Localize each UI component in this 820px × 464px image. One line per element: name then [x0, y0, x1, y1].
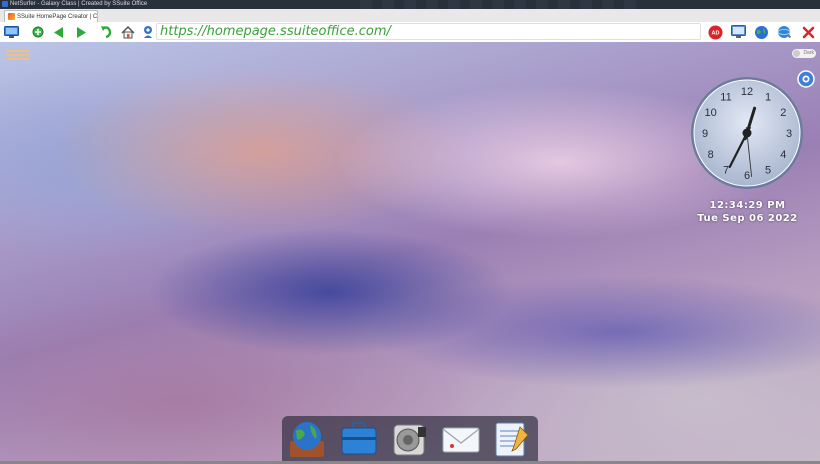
new-tab-button[interactable]: [30, 24, 46, 40]
speaker-icon: [393, 424, 426, 456]
clock-number: 2: [780, 107, 786, 119]
screen-icon: [730, 25, 746, 38]
globe-app-icon: [290, 422, 324, 457]
analog-clock: 12 1234567891011: [691, 77, 803, 189]
reload-button[interactable]: [98, 24, 114, 40]
screen-button[interactable]: [730, 24, 746, 40]
clock-number: 10: [705, 107, 717, 119]
home-icon: [121, 25, 135, 38]
notepad-icon: [495, 422, 529, 457]
clock-number: 5: [765, 164, 771, 176]
tab-label: SSuite HomePage Creator | C: [17, 14, 98, 20]
digital-time: 12:34:29 PM: [709, 200, 786, 211]
menu-line: [6, 54, 30, 56]
dock-item-browser[interactable]: [286, 419, 328, 459]
tab-strip: SSuite HomePage Creator | C: [0, 9, 820, 23]
globe-button[interactable]: [753, 24, 769, 40]
site-identity-icon[interactable]: [142, 25, 154, 39]
home-button[interactable]: [120, 24, 136, 40]
close-icon: [802, 26, 814, 38]
dock-item-speaker[interactable]: [388, 419, 430, 459]
clock-number: 6: [744, 170, 750, 182]
ad-block-icon: AD: [708, 25, 722, 39]
favicon-icon: [8, 13, 15, 20]
menu-line: [6, 58, 30, 60]
forward-button[interactable]: [74, 24, 90, 40]
briefcase-icon: [341, 422, 377, 455]
monitor-button[interactable]: [3, 24, 19, 40]
back-button[interactable]: [50, 24, 66, 40]
digital-date: Tue Sep 06 2022: [697, 213, 798, 224]
monitor-icon: [3, 25, 19, 38]
clock-center: [742, 128, 752, 138]
globe-search-button[interactable]: [776, 24, 792, 40]
clock-number: 1: [765, 92, 771, 104]
clock-number: 11: [720, 92, 731, 104]
app-icon: [2, 1, 8, 7]
reload-icon: [100, 26, 111, 39]
back-arrow-icon: [54, 26, 63, 38]
window-title: NetSurfer - Galaxy Class | Created by SS…: [10, 1, 148, 7]
ad-block-label: AD: [711, 30, 719, 36]
address-bar-input[interactable]: [156, 23, 701, 40]
forward-arrow-icon: [77, 26, 86, 38]
new-tab-icon: [32, 26, 44, 38]
title-bar: NetSurfer - Galaxy Class | Created by SS…: [0, 0, 820, 9]
clock-number: 7: [723, 164, 729, 176]
clock-number: 9: [702, 128, 708, 140]
mail-icon: [442, 427, 480, 453]
clock-number: 4: [780, 149, 786, 161]
menu-line: [6, 50, 30, 52]
globe-icon: [754, 25, 768, 39]
ad-block-button[interactable]: AD: [707, 24, 723, 40]
clock-number: 3: [786, 128, 792, 140]
dock-item-briefcase[interactable]: [338, 419, 380, 459]
toggle-knob: [793, 50, 800, 57]
globe-search-icon: [777, 25, 791, 38]
clock-number: 12: [741, 86, 753, 98]
app-dock: [282, 416, 538, 461]
dark-toggle-label: Dark: [803, 50, 814, 56]
dock-item-mail[interactable]: [440, 419, 482, 459]
menu-button[interactable]: [6, 50, 30, 64]
dock-item-notepad[interactable]: [490, 419, 532, 459]
title-bar-pattern: [360, 0, 640, 9]
clock-number: 8: [708, 149, 714, 161]
close-browser-button[interactable]: [800, 24, 816, 40]
dark-mode-toggle[interactable]: Dark: [792, 49, 816, 58]
